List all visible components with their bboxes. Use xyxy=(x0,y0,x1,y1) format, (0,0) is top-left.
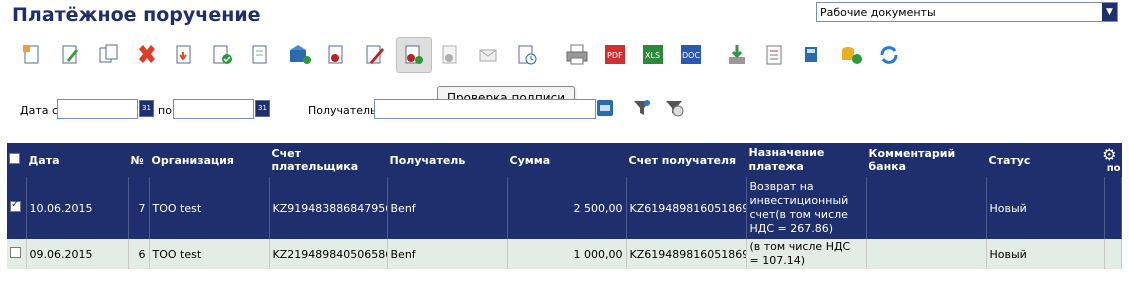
cell-empty xyxy=(1104,239,1122,269)
new-document-icon[interactable] xyxy=(16,38,50,72)
column-header-extra: по xyxy=(1106,163,1121,174)
xls-icon[interactable]: XLS xyxy=(636,38,670,72)
export-document-icon[interactable] xyxy=(168,38,202,72)
chevron-down-icon[interactable]: ▼ xyxy=(1102,3,1117,21)
date-from-label: Дата с xyxy=(20,104,59,117)
refresh-icon[interactable] xyxy=(872,38,906,72)
document-filter-value: Рабочие документы xyxy=(820,6,936,19)
recipient-lookup-icon[interactable] xyxy=(596,99,616,119)
send-mail-icon[interactable] xyxy=(472,38,506,72)
cell-payer-account: KZ91948388684795670 xyxy=(269,177,388,239)
document-filter-select[interactable]: Рабочие документы ▼ xyxy=(816,2,1118,22)
column-header-recipient[interactable]: Получатель xyxy=(387,143,508,177)
cell-number: 6 xyxy=(128,239,150,269)
send-bank-icon[interactable] xyxy=(282,38,316,72)
svg-text:DOC: DOC xyxy=(682,51,700,60)
column-header-status[interactable]: Статус xyxy=(986,143,1105,177)
column-header-recipient-account[interactable]: Счет получателя xyxy=(626,143,747,177)
edit-document-icon[interactable] xyxy=(54,38,88,72)
cell-recipient-account: KZ619489816051869360 xyxy=(626,239,747,269)
cell-organization: TOO test xyxy=(149,177,270,239)
remove-signature-icon[interactable] xyxy=(434,38,468,72)
import-icon[interactable] xyxy=(720,38,754,72)
calendar-icon[interactable]: 31 xyxy=(139,100,154,117)
history-icon[interactable] xyxy=(510,38,544,72)
date-to-label: по xyxy=(158,104,172,117)
column-header-amount[interactable]: Сумма xyxy=(507,143,627,177)
cell-number: 7 xyxy=(128,177,150,239)
column-header-date[interactable]: Дата xyxy=(26,143,129,177)
table-row[interactable]: 10.06.2015 7 TOO test KZ9194838868479567… xyxy=(7,177,1122,239)
verify-signature-icon[interactable] xyxy=(396,37,432,73)
clear-filter-icon[interactable] xyxy=(664,98,684,118)
filter-icon[interactable] xyxy=(632,98,652,118)
svg-text:PDF: PDF xyxy=(607,51,623,60)
table-header-row: Дата № Организация Счет плательщика Полу… xyxy=(7,143,1122,177)
recipient-label: Получатель xyxy=(308,104,377,117)
delete-icon[interactable] xyxy=(130,38,164,72)
date-from-field[interactable] xyxy=(57,99,138,119)
check-document-icon[interactable] xyxy=(206,38,240,72)
cell-recipient: Benf xyxy=(387,177,508,239)
cell-recipient-account: KZ619489816051869360 xyxy=(626,177,747,239)
coins-icon[interactable] xyxy=(834,38,868,72)
column-header-number[interactable]: № xyxy=(128,143,150,177)
recipient-field[interactable] xyxy=(374,99,596,119)
page-title: Платёжное поручение xyxy=(12,4,261,26)
toolbar: PDF XLS DOC xyxy=(16,37,916,74)
cell-bank-comment xyxy=(866,177,987,239)
column-settings[interactable]: ⚙ по xyxy=(1102,143,1122,177)
column-header-organization[interactable]: Организация xyxy=(149,143,270,177)
cell-status: Новый xyxy=(986,177,1105,239)
calendar-icon[interactable]: 31 xyxy=(255,100,270,117)
cell-amount: 1 000,00 xyxy=(507,239,627,269)
cell-recipient: Benf xyxy=(387,239,508,269)
table-row[interactable]: 09.06.2015 6 TOO test KZ2194898405065867… xyxy=(7,239,1122,269)
cell-date: 09.06.2015 xyxy=(26,239,129,269)
calculator-icon[interactable] xyxy=(796,38,830,72)
column-header-payer-account[interactable]: Счет плательщика xyxy=(269,143,388,177)
view-document-icon[interactable] xyxy=(244,38,278,72)
cell-bank-comment xyxy=(866,239,987,269)
cell-purpose: (в том числе НДС = 107.14) xyxy=(746,239,867,269)
sign-document-icon[interactable] xyxy=(320,38,354,72)
cell-date: 10.06.2015 xyxy=(26,177,129,239)
report-icon[interactable] xyxy=(758,38,792,72)
svg-text:XLS: XLS xyxy=(645,51,660,60)
pdf-icon[interactable]: PDF xyxy=(598,38,632,72)
cell-organization: TOO test xyxy=(149,239,270,269)
date-to-field[interactable] xyxy=(173,99,254,119)
cell-status: Новый xyxy=(986,239,1105,269)
cell-payer-account: KZ21948984050658674 xyxy=(269,239,388,269)
cell-purpose: Возврат на инвестиционный счет(в том чис… xyxy=(746,177,867,239)
doc-icon[interactable]: DOC xyxy=(674,38,708,72)
gear-icon[interactable]: ⚙ xyxy=(1102,145,1116,164)
column-header-bank-comment[interactable]: Комментарий банка xyxy=(866,143,987,177)
payments-table: Дата № Организация Счет плательщика Полу… xyxy=(7,143,1122,269)
row-checkbox[interactable] xyxy=(7,177,27,239)
cell-empty xyxy=(1104,177,1122,239)
row-checkbox[interactable] xyxy=(7,239,27,269)
select-all-checkbox[interactable] xyxy=(7,143,27,177)
cell-amount: 2 500,00 xyxy=(507,177,627,239)
print-icon[interactable] xyxy=(560,38,594,72)
column-header-purpose[interactable]: Назначение платежа xyxy=(746,143,867,177)
sign-pen-icon[interactable] xyxy=(358,38,392,72)
copy-document-icon[interactable] xyxy=(92,38,126,72)
